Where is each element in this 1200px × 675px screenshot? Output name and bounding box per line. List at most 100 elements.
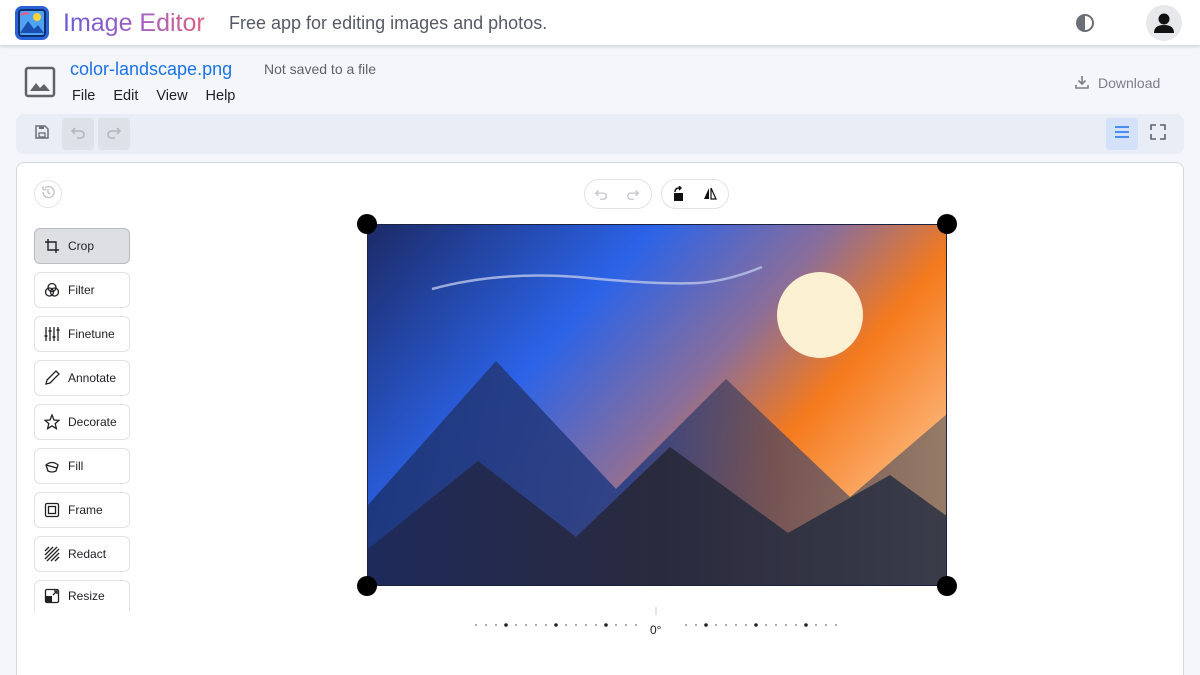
dial-tick bbox=[595, 624, 597, 626]
contrast-icon[interactable] bbox=[1074, 12, 1096, 34]
undo-icon bbox=[70, 124, 86, 145]
dial-tick bbox=[765, 624, 767, 626]
dial-tick bbox=[495, 624, 497, 626]
resize-icon bbox=[44, 588, 60, 604]
dial-tick bbox=[815, 624, 817, 626]
dial-tick bbox=[575, 624, 577, 626]
landscape-image bbox=[368, 225, 946, 585]
frame-icon bbox=[44, 502, 60, 518]
dial-tick bbox=[735, 624, 737, 626]
fill-bucket-icon bbox=[45, 461, 59, 473]
menu-bar: File Edit View Help bbox=[63, 85, 244, 107]
menu-edit[interactable]: Edit bbox=[104, 85, 147, 107]
image-canvas[interactable] bbox=[367, 224, 947, 586]
crop-handle-bottom-left[interactable] bbox=[357, 576, 377, 596]
dial-tick bbox=[515, 624, 517, 626]
tool-label: Frame bbox=[68, 503, 103, 517]
dial-tick bbox=[615, 624, 617, 626]
menu-view[interactable]: View bbox=[147, 85, 196, 107]
rotate-button[interactable] bbox=[662, 180, 694, 208]
image-icon bbox=[24, 66, 56, 98]
tool-resize[interactable]: Resize bbox=[34, 580, 130, 612]
dial-tick bbox=[585, 624, 587, 626]
dial-tick bbox=[604, 623, 608, 627]
fullscreen-button[interactable] bbox=[1142, 118, 1174, 150]
tool-fill[interactable]: Fill bbox=[34, 448, 130, 484]
dial-tick bbox=[525, 624, 527, 626]
crop-undo-button[interactable] bbox=[585, 180, 617, 208]
menu-help[interactable]: Help bbox=[197, 85, 245, 107]
crop-redo-button[interactable] bbox=[617, 180, 649, 208]
flip-horizontal-icon bbox=[704, 187, 717, 200]
dial-tick bbox=[835, 624, 837, 626]
tool-label: Annotate bbox=[68, 371, 117, 385]
app-subtitle: Free app for editing images and photos. bbox=[229, 13, 548, 33]
dial-tick bbox=[715, 624, 717, 626]
rotation-value: 0° bbox=[650, 623, 662, 637]
dial-tick bbox=[704, 623, 708, 627]
pencil-icon bbox=[45, 370, 60, 385]
redo-button[interactable] bbox=[98, 118, 130, 150]
tool-label: Crop bbox=[68, 239, 95, 253]
app-bar: Image Editor Free app for editing images… bbox=[0, 0, 1200, 46]
dial-tick bbox=[545, 624, 547, 626]
dial-tick bbox=[785, 624, 787, 626]
tool-annotate[interactable]: Annotate bbox=[34, 360, 130, 396]
dial-tick bbox=[485, 624, 487, 626]
list-view-button[interactable] bbox=[1106, 118, 1138, 150]
fullscreen-icon bbox=[1149, 123, 1167, 146]
dial-tick bbox=[685, 624, 687, 626]
undo-icon bbox=[594, 190, 607, 200]
save-icon bbox=[34, 124, 50, 145]
toolbar bbox=[16, 114, 1184, 154]
crop-handle-top-right[interactable] bbox=[937, 214, 957, 234]
menu-file[interactable]: File bbox=[63, 85, 104, 107]
dial-tick bbox=[635, 624, 637, 626]
save-button[interactable] bbox=[26, 118, 58, 150]
tool-label: Finetune bbox=[68, 327, 115, 341]
tool-label: Resize bbox=[68, 589, 105, 603]
dial-tick bbox=[754, 623, 758, 627]
rotation-dial[interactable] bbox=[474, 607, 854, 637]
dial-tick bbox=[504, 623, 508, 627]
tool-frame[interactable]: Frame bbox=[34, 492, 130, 528]
app-logo-icon[interactable] bbox=[15, 6, 49, 40]
app-title: Image Editor bbox=[63, 9, 205, 37]
tool-decorate[interactable]: Decorate bbox=[34, 404, 130, 440]
account-icon[interactable] bbox=[1146, 5, 1182, 41]
dial-tick bbox=[804, 623, 808, 627]
save-status: Not saved to a file bbox=[264, 61, 377, 77]
download-icon bbox=[1074, 74, 1090, 93]
menu-lines-icon bbox=[1113, 123, 1131, 146]
crop-history-group bbox=[584, 179, 652, 209]
tool-label: Filter bbox=[68, 283, 95, 297]
dial-tick bbox=[695, 624, 697, 626]
file-name[interactable]: color-landscape.png bbox=[70, 59, 232, 80]
tool-crop[interactable]: Crop bbox=[34, 228, 130, 264]
dial-tick bbox=[535, 624, 537, 626]
download-label: Download bbox=[1098, 75, 1161, 91]
dial-tick bbox=[775, 624, 777, 626]
rotate-left-icon bbox=[674, 186, 683, 201]
dial-tick bbox=[795, 624, 797, 626]
redact-icon bbox=[44, 546, 60, 562]
dial-tick bbox=[745, 624, 747, 626]
undo-button[interactable] bbox=[62, 118, 94, 150]
tool-filter[interactable]: Filter bbox=[34, 272, 130, 308]
dial-tick bbox=[625, 624, 627, 626]
star-icon bbox=[44, 414, 60, 430]
crop-handle-bottom-right[interactable] bbox=[937, 576, 957, 596]
tool-label: Fill bbox=[68, 459, 84, 473]
flip-button[interactable] bbox=[694, 180, 726, 208]
tool-label: Decorate bbox=[68, 415, 117, 429]
history-icon bbox=[40, 184, 56, 205]
crop-handle-top-left[interactable] bbox=[357, 214, 377, 234]
editor-panel: Crop Filter Finetune Annotate Decorate F… bbox=[16, 162, 1184, 675]
tool-label: Redact bbox=[68, 547, 107, 561]
dial-tick bbox=[825, 624, 827, 626]
history-button[interactable] bbox=[34, 180, 62, 208]
tool-redact[interactable]: Redact bbox=[34, 536, 130, 572]
tool-finetune[interactable]: Finetune bbox=[34, 316, 130, 352]
download-button[interactable]: Download bbox=[1066, 70, 1168, 96]
crop-icon bbox=[45, 239, 59, 253]
